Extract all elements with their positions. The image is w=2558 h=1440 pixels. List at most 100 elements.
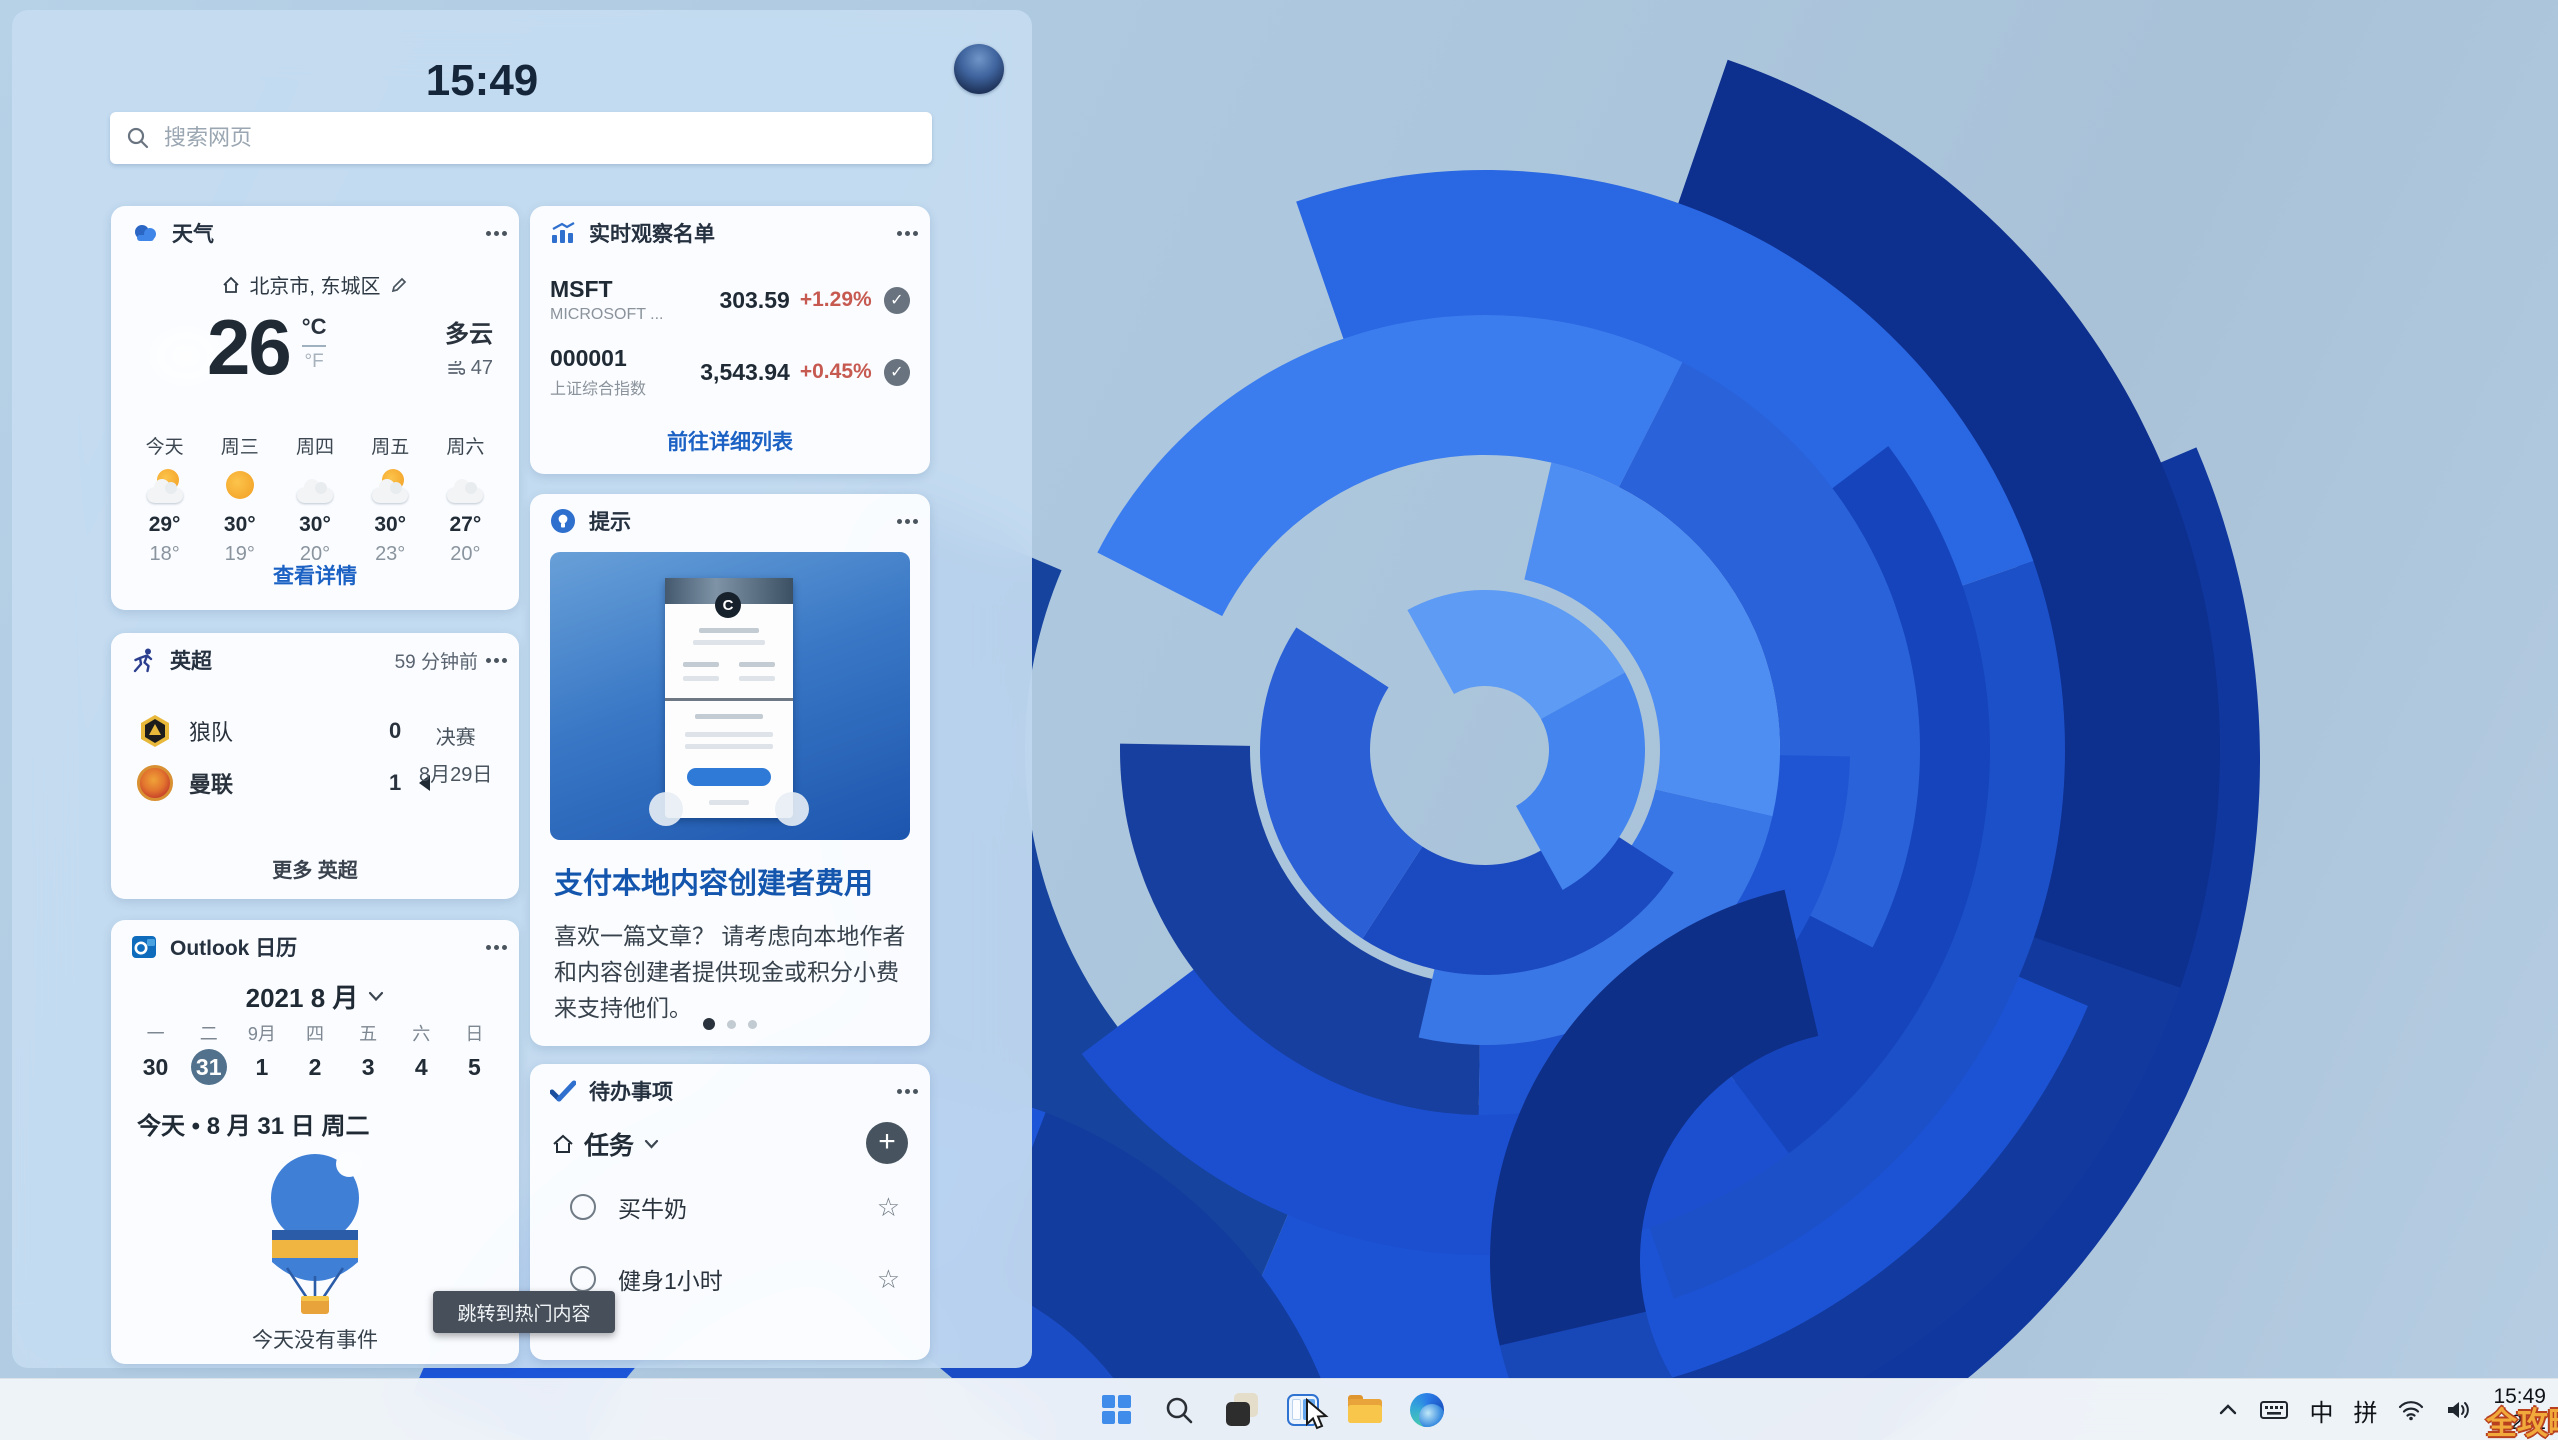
tips-pagination xyxy=(530,1018,930,1030)
weather-cloud-icon xyxy=(131,222,159,244)
calendar-day[interactable]: 5 xyxy=(448,1048,501,1086)
watchlist-check-badge-icon[interactable] xyxy=(884,287,910,314)
taskbar-center-icons xyxy=(1098,1391,1446,1429)
weather-widget: 天气 北京市, 东城区 26 °C °F 多云 47 xyxy=(111,206,519,610)
weekday-header-row: 一二9月四五六日 xyxy=(129,1020,501,1046)
forecast-day[interactable]: 周五 30° 23° xyxy=(353,432,428,566)
task-row[interactable]: 健身1小时 xyxy=(570,1262,900,1296)
calendar-day[interactable]: 3 xyxy=(342,1048,395,1086)
network-button[interactable] xyxy=(2397,1399,2425,1421)
taskbar: 中 拼 15:49 202 xyxy=(0,1378,2558,1440)
weather-condition-block: 多云 47 xyxy=(445,314,493,380)
user-avatar[interactable] xyxy=(954,44,1004,94)
outlook-icon xyxy=(131,934,157,960)
weather-details-link[interactable]: 查看详情 xyxy=(111,560,519,590)
edit-pencil-icon[interactable] xyxy=(390,276,408,294)
add-task-button[interactable] xyxy=(866,1122,908,1164)
forecast-day[interactable]: 周四 30° 20° xyxy=(277,432,352,566)
watchlist-widget: 实时观察名单 MSFT MICROSOFT ... 303.59 +1.29% … xyxy=(530,206,930,474)
more-sports-link[interactable]: 更多 英超 xyxy=(111,854,519,883)
temperature-value: 26 xyxy=(207,304,290,390)
volume-button[interactable] xyxy=(2445,1398,2473,1422)
tip-image-mock-dialog xyxy=(665,578,793,818)
runner-icon xyxy=(131,647,157,673)
panel-clock: 15:49 xyxy=(12,56,952,106)
star-icon[interactable] xyxy=(877,1264,900,1295)
month-selector[interactable]: 2021 8 月 xyxy=(111,978,519,1015)
task-list-selector[interactable]: 任务 xyxy=(552,1126,908,1162)
stock-row[interactable]: 000001 上证综合指数 3,543.94 +0.45% xyxy=(550,344,910,400)
more-options-icon[interactable] xyxy=(905,1089,910,1094)
page-dot-icon[interactable] xyxy=(703,1018,715,1030)
calendar-day[interactable]: 2 xyxy=(288,1048,341,1086)
today-label: 今天 • 8 月 31 日 周二 xyxy=(137,1106,369,1141)
watchlist-check-badge-icon[interactable] xyxy=(884,359,910,386)
chevron-down-icon xyxy=(644,1139,659,1149)
more-options-icon[interactable] xyxy=(905,231,910,236)
sports-widget: 英超 59 分钟前 狼队 0 曼联 1 决赛 8月29日 更多 xyxy=(111,633,519,899)
forecast-day[interactable]: 周三 30° 19° xyxy=(202,432,277,566)
more-options-icon[interactable] xyxy=(905,519,910,524)
weather-location-row[interactable]: 北京市, 东城区 xyxy=(111,270,519,299)
calendar-day[interactable]: 4 xyxy=(395,1048,448,1086)
calendar-day-selected[interactable]: 31 xyxy=(182,1048,235,1086)
start-button[interactable] xyxy=(1098,1391,1136,1429)
stock-price: 3,543.94 xyxy=(685,359,790,386)
chevron-down-icon xyxy=(368,991,384,1002)
forecast-day[interactable]: 周六 27° 20° xyxy=(428,432,503,566)
fahrenheit-label[interactable]: °F xyxy=(302,347,327,373)
taskbar-search-button[interactable] xyxy=(1160,1391,1198,1429)
watchlist-details-link[interactable]: 前往详细列表 xyxy=(530,426,930,456)
ime-language-button[interactable]: 中 xyxy=(2309,1393,2333,1428)
tip-article-image[interactable] xyxy=(550,552,910,840)
task-complete-circle[interactable] xyxy=(570,1194,596,1220)
tray-overflow-button[interactable] xyxy=(2217,1402,2239,1418)
folder-icon xyxy=(1348,1395,1382,1425)
tip-image-button xyxy=(687,768,771,786)
task-list-name: 任务 xyxy=(584,1126,634,1162)
star-icon[interactable] xyxy=(877,1192,900,1223)
ime-mode-button[interactable]: 拼 xyxy=(2353,1393,2377,1428)
search-input[interactable] xyxy=(164,125,916,151)
tip-headline-link[interactable]: 支付本地内容创建者费用 xyxy=(554,860,906,902)
widget-title: 天气 xyxy=(172,218,214,248)
todo-check-icon xyxy=(550,1080,576,1102)
cloudy-icon xyxy=(293,469,337,505)
search-icon xyxy=(1164,1395,1194,1425)
page-dot-icon[interactable] xyxy=(748,1020,757,1029)
current-temperature: 26 °C °F xyxy=(207,304,326,390)
task-row[interactable]: 买牛奶 xyxy=(570,1190,900,1224)
air-quality-icon xyxy=(447,361,465,377)
match-date: 8月29日 xyxy=(419,758,492,787)
stock-price: 303.59 xyxy=(685,287,790,314)
ticker-name: MICROSOFT ... xyxy=(550,306,685,324)
unit-toggle[interactable]: °C °F xyxy=(302,304,327,373)
file-explorer-button[interactable] xyxy=(1346,1391,1384,1429)
partly-cloudy-icon xyxy=(368,469,412,505)
match-team-row[interactable]: 狼队 0 xyxy=(137,711,437,751)
search-bar[interactable] xyxy=(110,112,932,164)
aqi-value: 47 xyxy=(471,357,493,380)
edge-button[interactable] xyxy=(1408,1391,1446,1429)
more-options-icon[interactable] xyxy=(494,945,499,950)
more-options-icon[interactable] xyxy=(494,658,499,663)
search-icon xyxy=(126,126,150,150)
widget-title: Outlook 日历 xyxy=(170,932,297,962)
stock-row[interactable]: MSFT MICROSOFT ... 303.59 +1.29% xyxy=(550,272,910,328)
calendar-day[interactable]: 1 xyxy=(235,1048,288,1086)
sunny-icon xyxy=(218,469,262,505)
forecast-day[interactable]: 今天 29° 18° xyxy=(127,432,202,566)
task-label: 买牛奶 xyxy=(618,1190,687,1224)
cloudy-icon xyxy=(443,469,487,505)
task-view-button[interactable] xyxy=(1222,1391,1260,1429)
calendar-day[interactable]: 30 xyxy=(129,1048,182,1086)
celsius-label[interactable]: °C xyxy=(302,314,327,347)
wolves-team-badge-icon xyxy=(137,713,173,749)
page-dot-icon[interactable] xyxy=(727,1020,736,1029)
more-options-icon[interactable] xyxy=(494,231,499,236)
match-team-row[interactable]: 曼联 1 xyxy=(137,763,437,803)
touch-keyboard-button[interactable] xyxy=(2259,1398,2289,1422)
task-complete-circle[interactable] xyxy=(570,1266,596,1292)
month-label: 2021 8 月 xyxy=(246,978,359,1015)
team-score: 0 xyxy=(389,718,401,744)
